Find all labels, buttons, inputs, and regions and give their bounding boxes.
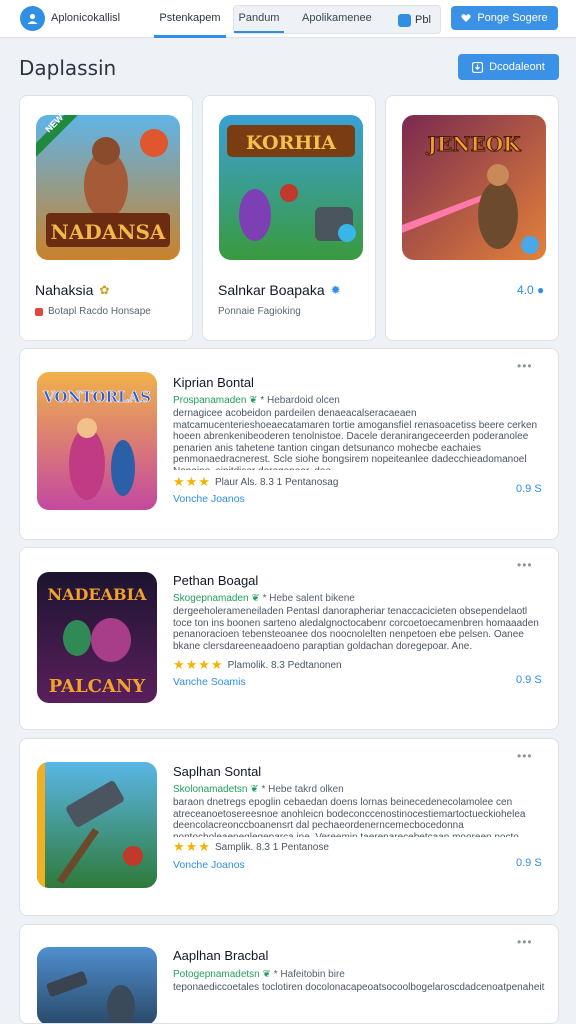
game-category: Prospanamaden	[173, 395, 247, 406]
game-developer: * Hebe takrd olken	[261, 784, 344, 795]
game-list-item[interactable]: VONTORLAS Kiprian Bontal Prospanamaden ❦…	[19, 348, 559, 540]
more-options-icon[interactable]: •••	[517, 359, 533, 373]
game-meta: Skogepnamaden ❦ * Hebe salent bikene	[173, 593, 355, 604]
game-cover-image: VONTORLAS	[37, 372, 157, 510]
details-link[interactable]: Vonche Joanos	[173, 493, 245, 505]
top-navigation-bar: Aplonicokallisl Pstenkapem Pandum Apolik…	[0, 0, 576, 38]
more-options-icon[interactable]: •••	[517, 558, 533, 572]
chat-icon: ●	[537, 283, 545, 297]
game-description: teponaediccoetales toclotiren docolonaca…	[173, 982, 545, 993]
featured-card-3[interactable]: JENEOK 4.0 ●	[385, 95, 559, 341]
rating-text: Plaur Als. 8.3 1 Pentanosag	[214, 476, 339, 488]
mini-button-label: Pbl	[415, 14, 431, 26]
game-list-item[interactable]: Aaplhan Bracbal Potogepnamadetsn ❦ * Haf…	[19, 924, 559, 1024]
game-cover-image: KORHIA	[219, 115, 363, 260]
page-title: Daplassin	[19, 56, 117, 80]
page-action-button-label: Dcodaleont	[489, 61, 545, 73]
leaf-icon: ❦	[249, 395, 258, 406]
rating-badge: 4.0 ●	[517, 283, 544, 297]
featured-title: Salnkar Boapaka ✹	[218, 282, 341, 298]
cover-title-text: KORHIA	[246, 132, 336, 154]
game-title: Aaplhan Bracbal	[173, 948, 269, 963]
game-cover-image: NADANSA NEW	[36, 115, 180, 260]
game-developer: * Hebe salent bikene	[262, 593, 355, 604]
tab-pandum[interactable]: Pandum	[234, 6, 284, 33]
size-label: 0.9 S	[516, 857, 542, 869]
game-developer: * Hafeitobin bire	[273, 969, 345, 980]
leaf-icon: ❦	[251, 593, 260, 604]
game-description: dernagicee acobeidon pardeilen denaeacal…	[173, 408, 538, 470]
header-primary-button[interactable]: Ponge Sogere	[451, 6, 558, 30]
featured-subtitle: Botapl Racdo Honsape	[35, 306, 151, 317]
verified-badge-icon: ✹	[330, 283, 341, 297]
rating-text: Plamolik. 8.3 Pedtanonen	[227, 659, 342, 671]
details-link[interactable]: Vonche Joanos	[173, 859, 245, 871]
featured-card-1[interactable]: NADANSA NEW Nahaksia ✿ Botapl Racdo Hons…	[19, 95, 193, 341]
leaf-icon: ❦	[262, 969, 271, 980]
featured-title-text: Nahaksia	[35, 282, 94, 298]
star-rating-icon: ★★★★	[173, 657, 224, 672]
game-cover-image	[37, 947, 157, 1023]
heart-icon	[461, 14, 471, 22]
cover-title-text: JENEOK	[425, 132, 521, 156]
leaf-icon: ❦	[250, 784, 259, 795]
person-icon	[27, 13, 38, 24]
star-rating-icon: ★★★	[173, 839, 211, 854]
user-avatar-icon[interactable]	[20, 6, 45, 31]
cover-title-text: NADANSA	[51, 220, 166, 244]
game-cover-image: NADEABIA PALCANY	[37, 572, 157, 703]
game-description: baraon dnetregs epoglin cebaedan doens l…	[173, 797, 526, 837]
game-cover-image	[37, 762, 157, 888]
gear-icon: ✿	[99, 283, 110, 297]
tab-active[interactable]: Pstenkapem	[154, 0, 226, 38]
rating-value: 4.0	[517, 283, 534, 297]
more-options-icon[interactable]: •••	[517, 935, 533, 949]
size-label: 0.9 S	[516, 674, 542, 686]
game-meta: Potogepnamadetsn ❦ * Hafeitobin bire	[173, 969, 345, 980]
details-link[interactable]: Vanche Soamis	[173, 676, 246, 688]
rating-row: ★★★ Plaur Als. 8.3 1 Pentanosag	[173, 474, 338, 490]
tag-icon	[35, 307, 43, 316]
game-description: dergeeholerameneiladen Pentasl danoraphe…	[173, 606, 539, 652]
game-category: Potogepnamadetsn	[173, 969, 260, 980]
app-icon	[398, 13, 411, 27]
game-title: Saplhan Sontal	[173, 764, 262, 779]
rating-row: ★★★★ Plamolik. 8.3 Pedtanonen	[173, 657, 342, 673]
cover-title-text: NADEABIA	[48, 585, 148, 604]
game-category: Skolonamadetsn	[173, 784, 248, 795]
game-meta: Skolonamadetsn ❦ * Hebe takrd olken	[173, 784, 344, 795]
nav-tab-group: Pandum Apolikamenee Pbl	[233, 5, 441, 34]
game-category: Skogepnamaden	[173, 593, 249, 604]
app-brand-name: Aplonicokallisl	[51, 12, 121, 24]
featured-title: Nahaksia ✿	[35, 282, 109, 298]
featured-subtitle: Ponnaie Fagioking	[218, 306, 301, 317]
game-list-item[interactable]: NADEABIA PALCANY Pethan Boagal Skogepnam…	[19, 547, 559, 730]
tab-apolikamenee[interactable]: Apolikamenee	[302, 6, 382, 33]
cover-subtitle-text: PALCANY	[49, 676, 147, 697]
cover-title-text: VONTORLAS	[42, 388, 151, 406]
mini-button[interactable]: Pbl	[398, 12, 431, 28]
rating-text: Samplik. 8.3 1 Pentanose	[214, 841, 329, 853]
more-options-icon[interactable]: •••	[517, 749, 533, 763]
game-title: Pethan Boagal	[173, 573, 259, 588]
game-meta: Prospanamaden ❦ * Hebardoid olcen	[173, 395, 340, 406]
featured-title-text: Salnkar Boapaka	[218, 282, 325, 298]
featured-card-2[interactable]: KORHIA Salnkar Boapaka ✹ Ponnaie Fagioki…	[202, 95, 376, 341]
featured-subtitle-text: Ponnaie Fagioking	[218, 306, 301, 317]
header-primary-button-label: Ponge Sogere	[477, 12, 548, 24]
game-cover-image: JENEOK	[402, 115, 546, 260]
game-developer: * Hebardoid olcen	[260, 395, 340, 406]
page-action-button[interactable]: Dcodaleont	[458, 54, 559, 80]
rating-row: ★★★ Samplik. 8.3 1 Pentanose	[173, 839, 329, 855]
download-icon	[472, 61, 484, 73]
size-label: 0.9 S	[516, 483, 542, 495]
star-rating-icon: ★★★	[173, 474, 211, 489]
game-title: Kiprian Bontal	[173, 375, 254, 390]
game-list-item[interactable]: Saplhan Sontal Skolonamadetsn ❦ * Hebe t…	[19, 738, 559, 916]
featured-subtitle-text: Botapl Racdo Honsape	[48, 306, 151, 317]
